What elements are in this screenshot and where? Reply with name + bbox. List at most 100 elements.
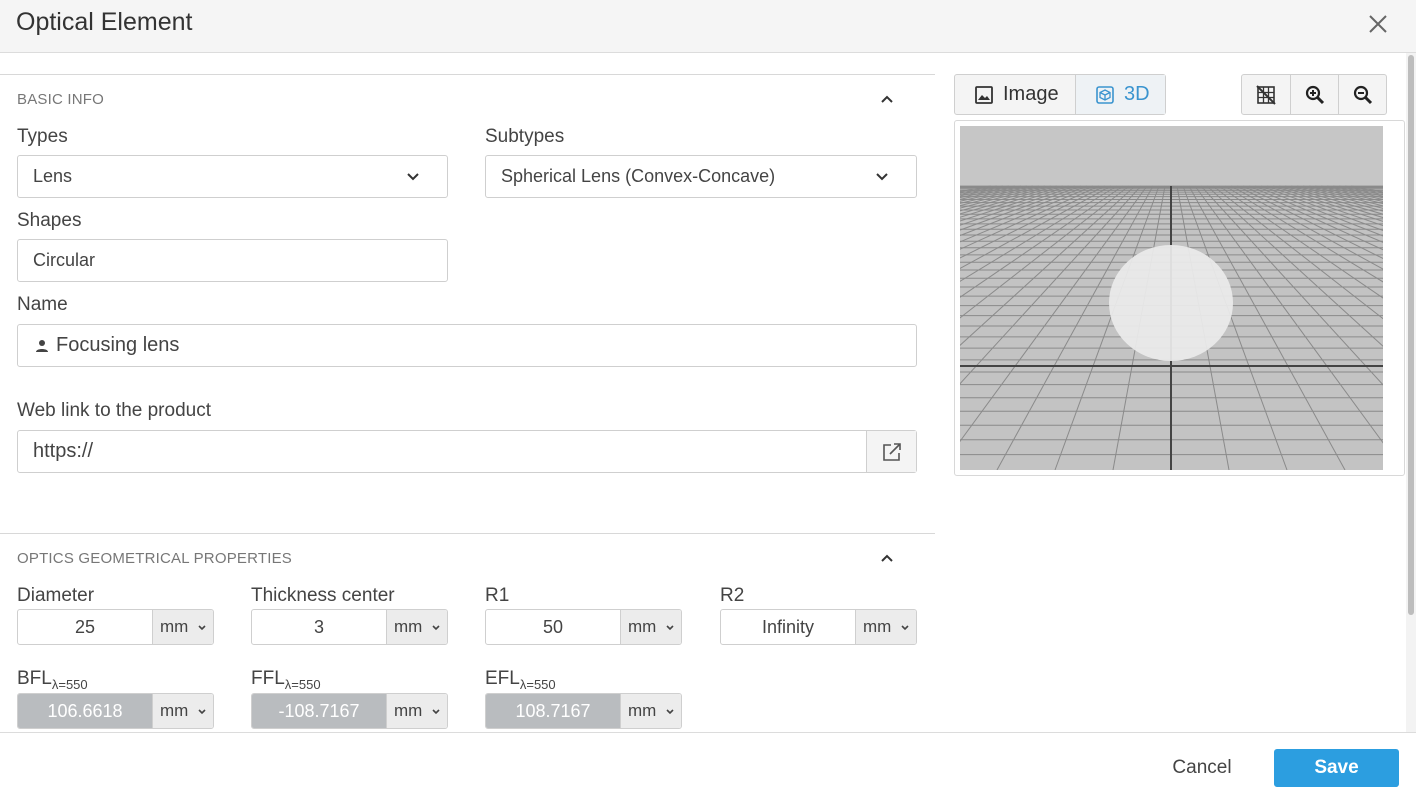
subtypes-value: Spherical Lens (Convex-Concave)	[501, 166, 776, 186]
name-value: Focusing lens	[56, 334, 180, 356]
cancel-button[interactable]: Cancel	[1160, 750, 1244, 786]
3d-scene[interactable]	[960, 126, 1383, 470]
r1-label: R1	[485, 585, 510, 606]
zoom-in-icon	[1305, 85, 1325, 105]
r1-value[interactable]: 50	[486, 610, 620, 644]
basic-info-header[interactable]: BASIC INFO	[0, 74, 935, 124]
ffl-subscript: λ=550	[284, 676, 321, 692]
efl-unit-select[interactable]: mm	[620, 694, 681, 728]
diameter-field[interactable]: 25 mm	[17, 609, 214, 645]
external-link-icon	[883, 443, 901, 461]
preview-panel: Image 3D	[935, 53, 1405, 732]
ffl-label-text: FFL	[251, 668, 285, 689]
unit-label: mm	[628, 701, 657, 720]
thickness-value[interactable]: 3	[252, 610, 386, 644]
r2-label: R2	[720, 585, 745, 606]
weblink-value: https://	[33, 440, 94, 462]
chevron-up-icon[interactable]	[879, 550, 895, 566]
scrollbar[interactable]	[1406, 53, 1416, 732]
diameter-unit-select[interactable]: mm	[152, 610, 213, 644]
types-label: Types	[17, 126, 68, 147]
optics-title: OPTICS GEOMETRICAL PROPERTIES	[17, 550, 293, 567]
r2-field[interactable]: Infinity mm	[720, 609, 917, 645]
ffl-value: -108.7167	[252, 694, 386, 728]
image-mode-label: Image	[1003, 83, 1059, 105]
save-button[interactable]: Save	[1274, 749, 1399, 787]
bfl-label-text: BFL	[17, 668, 52, 689]
zoom-out-icon	[1353, 85, 1373, 105]
unit-label: mm	[628, 617, 657, 636]
subtypes-label: Subtypes	[485, 126, 565, 147]
ffl-unit-select[interactable]: mm	[386, 694, 447, 728]
chevron-down-icon	[198, 625, 206, 631]
image-mode-button[interactable]: Image	[955, 75, 1076, 114]
efl-value: 108.7167	[486, 694, 620, 728]
efl-label: EFLλ=550	[485, 668, 556, 692]
3d-viewport[interactable]	[954, 120, 1405, 476]
bfl-field: 106.6618 mm	[17, 693, 214, 729]
shapes-input[interactable]: Circular	[17, 239, 448, 282]
r2-value[interactable]: Infinity	[721, 610, 855, 644]
zoom-out-button[interactable]	[1338, 75, 1386, 114]
efl-subscript: λ=550	[519, 676, 556, 692]
grid-off-icon	[1256, 85, 1276, 105]
shapes-label: Shapes	[17, 210, 82, 231]
weblink-label: Web link to the product	[17, 400, 211, 421]
chevron-down-icon	[407, 173, 419, 181]
dialog-footer: Cancel Save	[0, 732, 1416, 801]
form-panel: BASIC INFO Types Lens Subtypes Spherical…	[0, 53, 935, 732]
name-label: Name	[17, 294, 68, 315]
diameter-value[interactable]: 25	[18, 610, 152, 644]
weblink-input[interactable]: https://	[17, 430, 917, 473]
cube-icon	[1096, 86, 1114, 104]
chevron-up-icon[interactable]	[879, 91, 895, 107]
unit-label: mm	[394, 617, 423, 636]
name-input[interactable]: Focusing lens	[17, 324, 917, 367]
3d-mode-label: 3D	[1124, 83, 1150, 105]
zoom-in-button[interactable]	[1290, 75, 1338, 114]
chevron-down-icon	[901, 625, 909, 631]
unit-label: mm	[394, 701, 423, 720]
lens-model	[1109, 245, 1233, 361]
subtypes-select[interactable]: Spherical Lens (Convex-Concave)	[485, 155, 917, 198]
bfl-unit-select[interactable]: mm	[152, 694, 213, 728]
bfl-value: 106.6618	[18, 694, 152, 728]
unit-label: mm	[863, 617, 892, 636]
thickness-unit-select[interactable]: mm	[386, 610, 447, 644]
thickness-label: Thickness center	[251, 585, 395, 606]
view-mode-toggle: Image 3D	[954, 74, 1166, 115]
thickness-field[interactable]: 3 mm	[251, 609, 448, 645]
open-link-button[interactable]	[866, 431, 916, 472]
unit-label: mm	[160, 617, 189, 636]
image-icon	[975, 86, 993, 104]
chevron-down-icon	[432, 709, 440, 715]
efl-field: 108.7167 mm	[485, 693, 682, 729]
optics-header[interactable]: OPTICS GEOMETRICAL PROPERTIES	[0, 533, 935, 583]
close-icon[interactable]	[1366, 12, 1390, 36]
ffl-label: FFLλ=550	[251, 668, 321, 692]
ffl-field: -108.7167 mm	[251, 693, 448, 729]
r2-unit-select[interactable]: mm	[855, 610, 916, 644]
toggle-grid-button[interactable]	[1242, 75, 1290, 114]
efl-label-text: EFL	[485, 668, 520, 689]
chevron-down-icon	[876, 173, 888, 181]
unit-label: mm	[160, 701, 189, 720]
bfl-subscript: λ=550	[51, 676, 88, 692]
chevron-down-icon	[666, 625, 674, 631]
viewer-tools	[1241, 74, 1387, 115]
types-select[interactable]: Lens	[17, 155, 448, 198]
3d-mode-button[interactable]: 3D	[1076, 75, 1165, 114]
shapes-value: Circular	[33, 250, 96, 270]
chevron-down-icon	[198, 709, 206, 715]
types-value: Lens	[33, 166, 73, 186]
dialog-header: Optical Element	[0, 0, 1416, 53]
r1-field[interactable]: 50 mm	[485, 609, 682, 645]
chevron-down-icon	[666, 709, 674, 715]
diameter-label: Diameter	[17, 585, 95, 606]
r1-unit-select[interactable]: mm	[620, 610, 681, 644]
bfl-label: BFLλ=550	[17, 668, 88, 692]
basic-info-title: BASIC INFO	[17, 91, 105, 108]
user-icon	[36, 340, 48, 352]
chevron-down-icon	[432, 625, 440, 631]
scrollbar-thumb[interactable]	[1408, 55, 1414, 615]
